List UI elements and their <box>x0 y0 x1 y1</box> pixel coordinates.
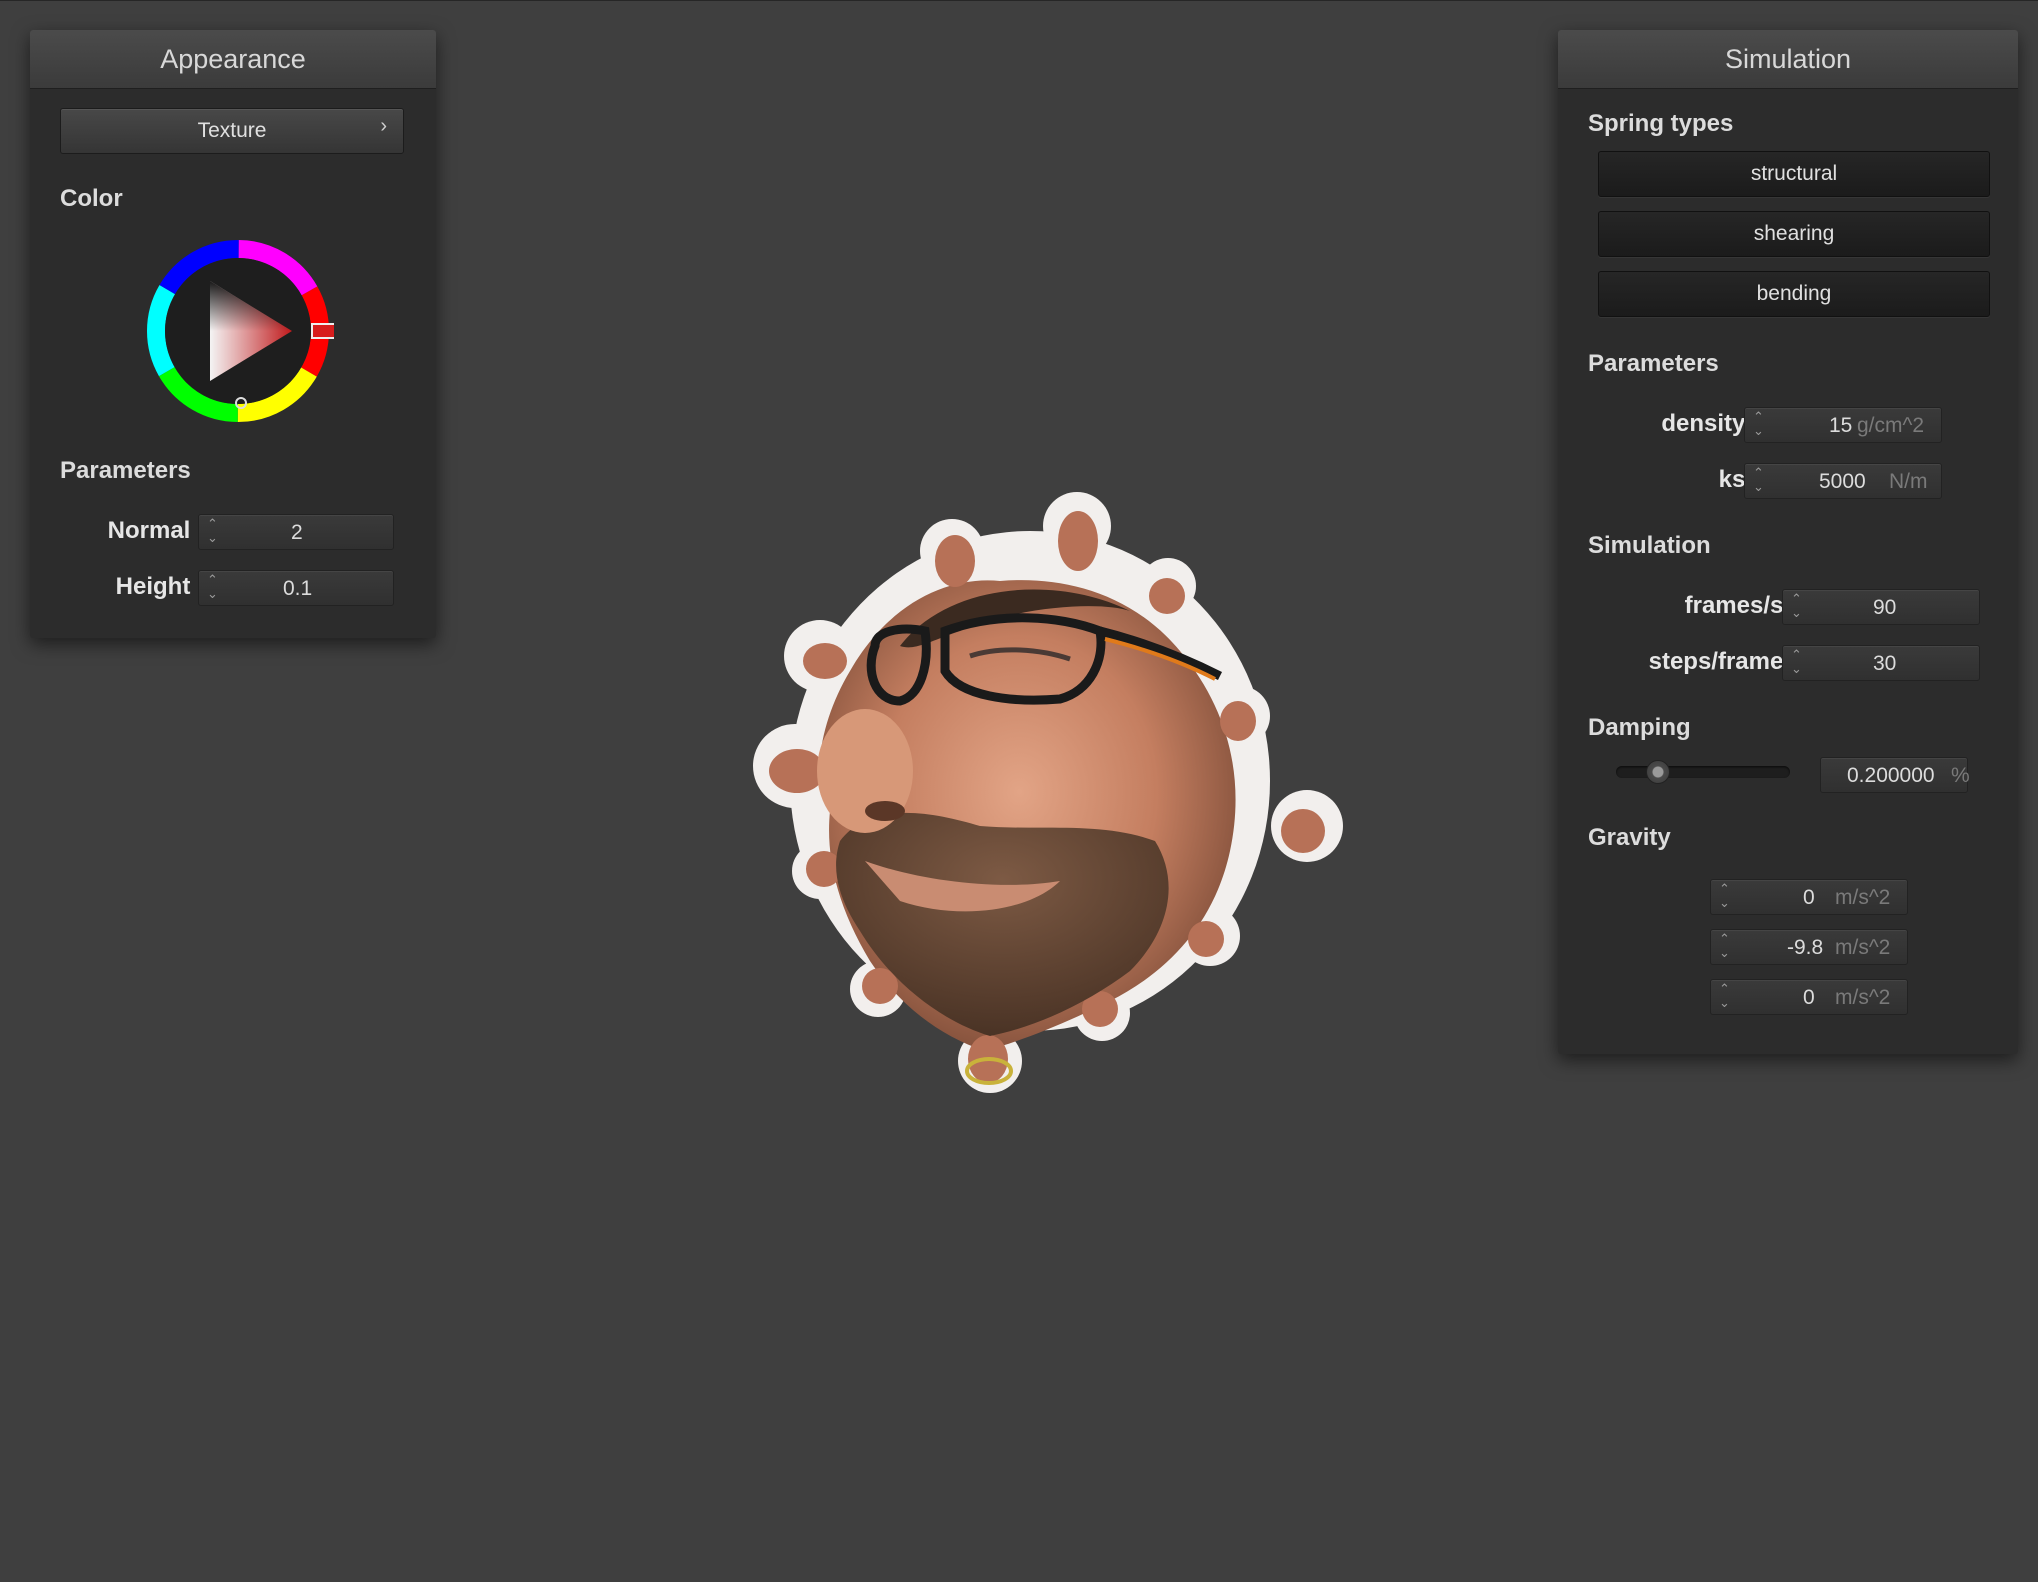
gravity-z-value: 0 <box>1803 986 1815 1009</box>
cloth-face-render[interactable] <box>700 481 1350 1121</box>
gravity-x-value: 0 <box>1803 886 1815 909</box>
ks-value: 5000 <box>1819 470 1866 493</box>
appearance-panel: Appearance Texture › Color Parameters No… <box>30 30 436 638</box>
fps-value: 90 <box>1873 596 1897 619</box>
spin-arrows-icon[interactable]: ⌃ ⌄ <box>207 573 218 601</box>
damping-title: Damping <box>1588 714 1691 741</box>
spin-arrows-icon[interactable]: ⌃ ⌄ <box>1791 648 1802 676</box>
spin-arrows-icon[interactable]: ⌃ ⌄ <box>1791 592 1802 620</box>
normal-label: Normal : <box>107 517 205 544</box>
simulation-section-title: Simulation <box>1588 532 1711 559</box>
spin-arrows-icon[interactable]: ⌃ ⌄ <box>1719 882 1730 910</box>
texture-label: Texture <box>197 119 267 142</box>
damping-input[interactable]: 0.200000 % <box>1820 757 1970 793</box>
structural-button[interactable]: structural <box>1598 151 1990 197</box>
height-value: 0.1 <box>283 577 313 600</box>
color-section-title: Color <box>60 185 123 212</box>
height-label: Height : <box>115 573 205 600</box>
appearance-panel-header: Appearance <box>30 30 436 89</box>
color-wheel[interactable] <box>142 235 334 427</box>
appearance-parameters-title: Parameters <box>60 457 191 484</box>
shearing-button[interactable]: shearing <box>1598 211 1990 257</box>
spin-arrows-icon[interactable]: ⌃ ⌄ <box>1719 932 1730 960</box>
chevron-right-icon: › <box>380 115 387 137</box>
fps-input[interactable]: ⌃ ⌄ 90 <box>1782 589 1980 625</box>
gravity-y-input[interactable]: ⌃ ⌄ -9.8 m/s^2 <box>1710 929 1908 965</box>
render-viewport[interactable]: Appearance Texture › Color Parameters No… <box>0 0 2038 1582</box>
density-value: 15 <box>1829 414 1853 437</box>
normal-value: 2 <box>291 521 303 544</box>
gravity-y-unit: m/s^2 <box>1835 936 1891 959</box>
density-unit: g/cm^2 <box>1857 414 1925 437</box>
gravity-x-unit: m/s^2 <box>1835 886 1891 909</box>
simulation-panel-header: Simulation <box>1558 30 2018 89</box>
appearance-title: Appearance <box>160 43 306 74</box>
density-label: density : <box>1661 410 1760 437</box>
fps-label: frames/s : <box>1684 592 1798 619</box>
ks-input[interactable]: ⌃ ⌄ 5000 N/m <box>1744 463 1942 499</box>
damping-unit: % <box>1951 764 1970 787</box>
density-input[interactable]: ⌃ ⌄ 15 g/cm^2 <box>1744 407 1942 443</box>
bending-label: bending <box>1756 282 1832 305</box>
steps-label: steps/frame : <box>1648 648 1798 675</box>
spin-arrows-icon[interactable]: ⌃ ⌄ <box>207 517 218 545</box>
hue-picker-handle[interactable] <box>311 323 334 339</box>
damping-value: 0.200000 <box>1847 764 1935 787</box>
steps-value: 30 <box>1873 652 1897 675</box>
spin-arrows-icon[interactable]: ⌃ ⌄ <box>1753 410 1764 438</box>
normal-input[interactable]: ⌃ ⌄ 2 <box>198 514 394 550</box>
gravity-x-input[interactable]: ⌃ ⌄ 0 m/s^2 <box>1710 879 1908 915</box>
spring-types-title: Spring types <box>1588 110 1734 137</box>
sim-parameters-title: Parameters <box>1588 350 1719 377</box>
texture-button[interactable]: Texture › <box>60 108 404 154</box>
bending-button[interactable]: bending <box>1598 271 1990 317</box>
spin-arrows-icon[interactable]: ⌃ ⌄ <box>1753 466 1764 494</box>
damping-slider-handle[interactable] <box>1646 760 1671 784</box>
simulation-title: Simulation <box>1724 43 1852 74</box>
shearing-label: shearing <box>1753 222 1835 245</box>
gravity-z-input[interactable]: ⌃ ⌄ 0 m/s^2 <box>1710 979 1908 1015</box>
structural-label: structural <box>1750 162 1838 185</box>
damping-slider[interactable] <box>1616 766 1790 778</box>
simulation-panel: Simulation Spring types structural shear… <box>1558 30 2018 1054</box>
gravity-title: Gravity <box>1588 824 1671 851</box>
ks-unit: N/m <box>1889 470 1928 493</box>
spin-arrows-icon[interactable]: ⌃ ⌄ <box>1719 982 1730 1010</box>
gravity-y-value: -9.8 <box>1787 936 1824 959</box>
ks-label: ks : <box>1718 466 1760 493</box>
steps-input[interactable]: ⌃ ⌄ 30 <box>1782 645 1980 681</box>
height-input[interactable]: ⌃ ⌄ 0.1 <box>198 570 394 606</box>
gravity-z-unit: m/s^2 <box>1835 986 1891 1009</box>
